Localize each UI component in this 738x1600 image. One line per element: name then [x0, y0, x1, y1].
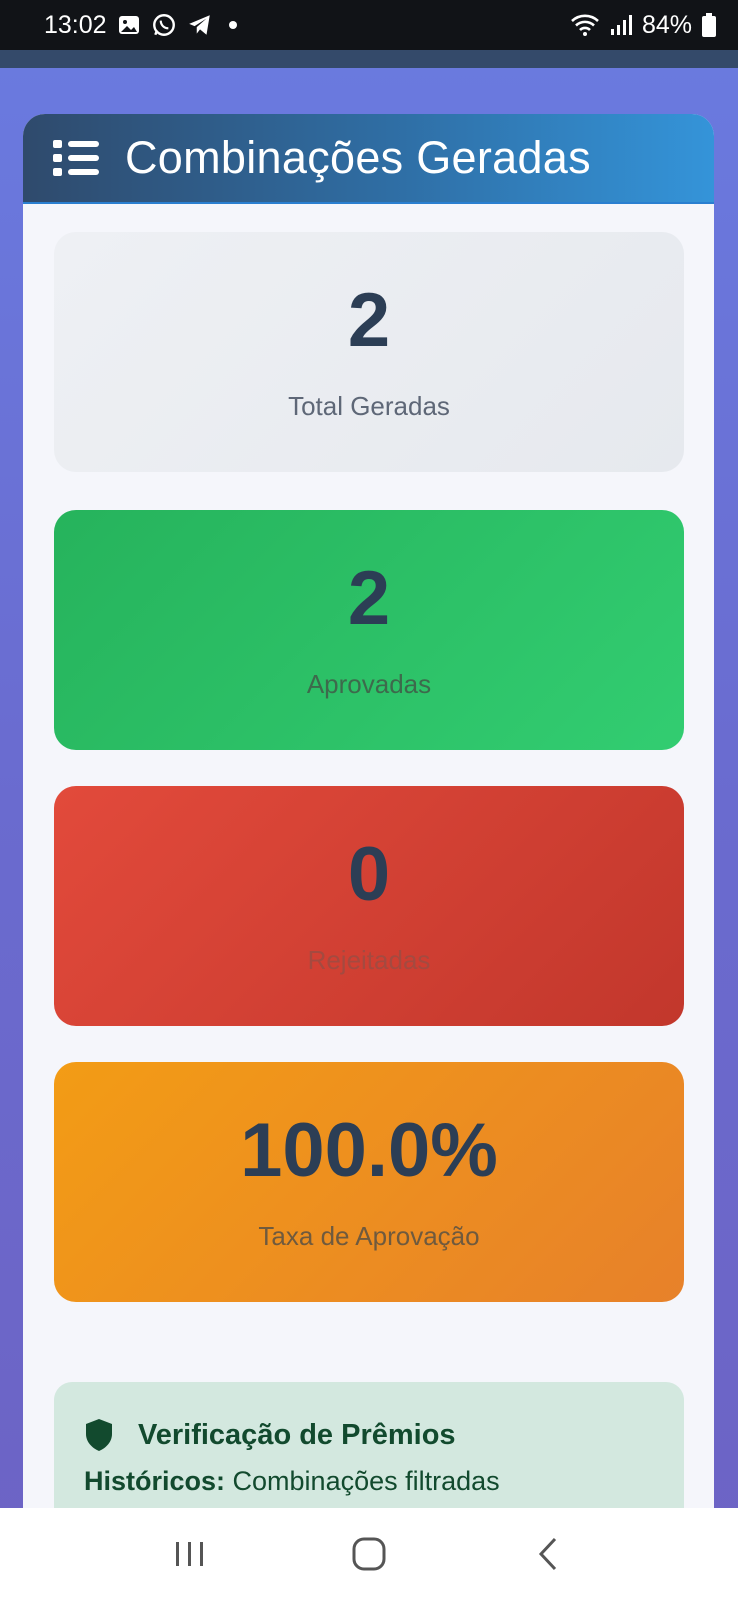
list-icon	[53, 139, 99, 177]
home-button[interactable]	[329, 1524, 409, 1584]
recent-apps-button[interactable]	[150, 1524, 230, 1584]
stat-card-approved: 2 Aprovadas	[54, 510, 684, 750]
wifi-icon	[570, 13, 600, 37]
signal-icon	[610, 14, 632, 36]
status-left: 13:02	[44, 11, 237, 40]
status-bar: 13:02 84%	[0, 0, 738, 50]
stat-rejected-label: Rejeitadas	[307, 944, 431, 975]
combinations-card: Combinações Geradas 2 Total Geradas 2 Ap…	[23, 114, 714, 1514]
stat-approved-label: Aprovadas	[306, 668, 432, 699]
verification-title: Verificação de Prêmios	[138, 1418, 456, 1451]
stat-rate-label: Taxa de Aprovação	[258, 1220, 480, 1251]
back-button[interactable]	[508, 1524, 588, 1584]
stat-card-total: 2 Total Geradas	[54, 232, 684, 472]
stat-approved-value: 2	[347, 555, 391, 641]
stat-rejected-value: 0	[347, 831, 391, 917]
prize-verification-box: Verificação de Prêmios Históricos: Combi…	[54, 1382, 684, 1514]
card-header: Combinações Geradas	[23, 114, 714, 204]
battery-icon	[702, 13, 716, 37]
verification-body-text: Combinações filtradas	[225, 1466, 500, 1496]
stat-rate-value: 100.0%	[240, 1107, 498, 1193]
verification-header: Verificação de Prêmios	[84, 1418, 654, 1452]
status-right: 84%	[570, 11, 716, 40]
whatsapp-icon	[151, 12, 177, 38]
recent-apps-icon	[173, 1539, 207, 1569]
stat-total-value: 2	[347, 277, 391, 363]
home-icon	[351, 1536, 387, 1572]
stat-card-approval-rate: 100.0% Taxa de Aprovação	[54, 1062, 684, 1302]
stat-card-rejected: 0 Rejeitadas	[54, 786, 684, 1026]
shield-icon	[84, 1418, 114, 1452]
battery-percent: 84%	[641, 10, 692, 39]
notification-dot-icon	[228, 21, 237, 29]
verification-body-label: Históricos:	[84, 1466, 226, 1496]
verification-body: Históricos: Combinações filtradas	[84, 1466, 654, 1497]
status-time: 13:02	[44, 10, 107, 39]
gallery-icon	[117, 13, 141, 37]
app-top-strip	[0, 50, 738, 68]
system-nav-bar	[0, 1508, 738, 1600]
back-icon	[536, 1536, 560, 1572]
stat-total-label: Total Geradas	[288, 390, 450, 421]
telegram-icon	[187, 12, 213, 38]
page-title: Combinações Geradas	[125, 132, 591, 183]
